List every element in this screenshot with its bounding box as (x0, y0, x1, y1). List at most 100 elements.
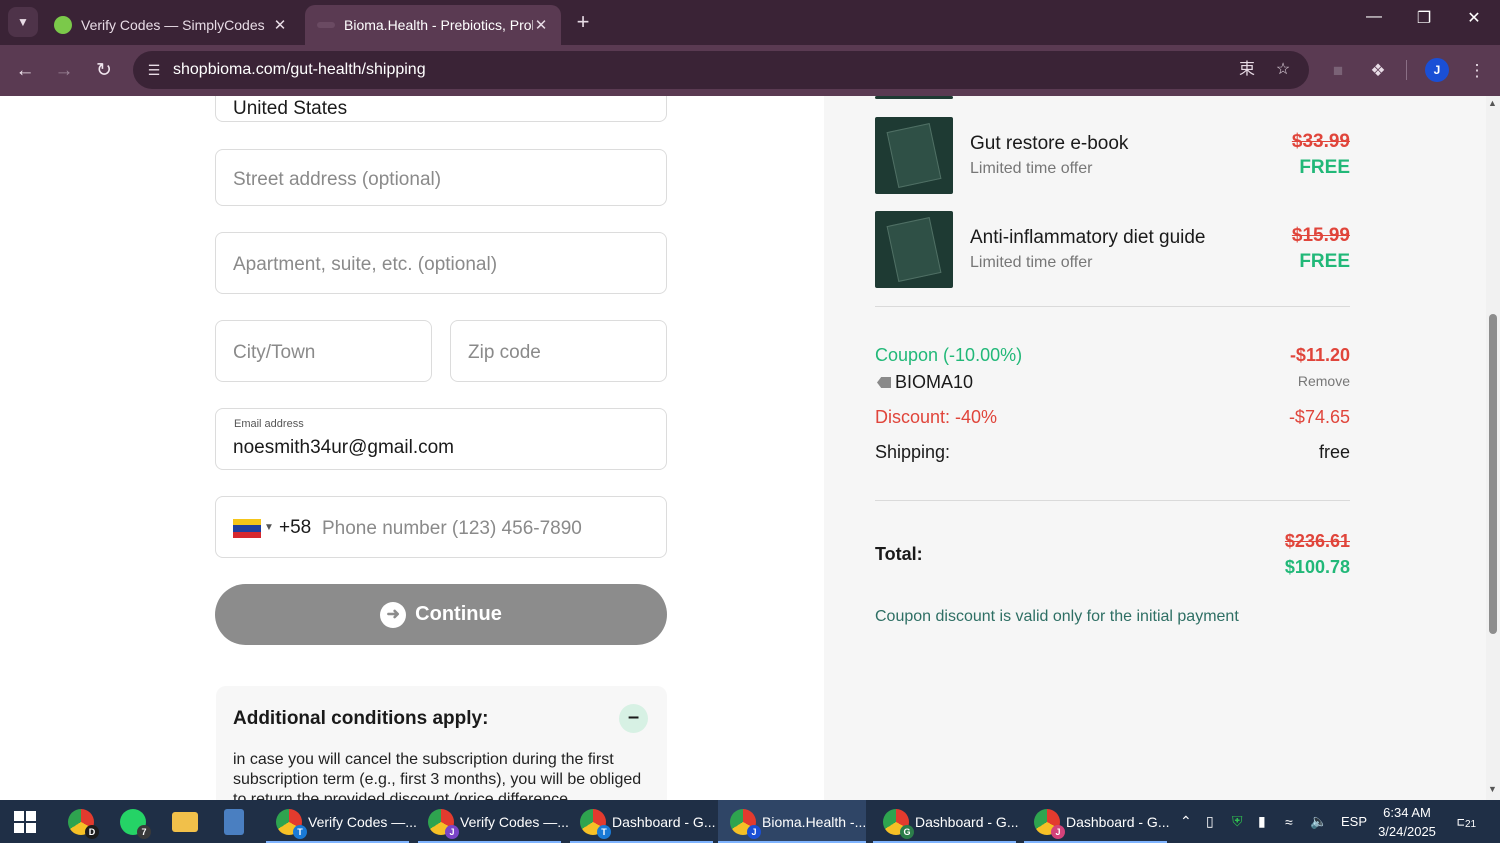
minimize-button[interactable]: — (1351, 8, 1397, 26)
browser-toolbar: ← → ↻ ☰ shopbioma.com/gut-health/shippin… (0, 45, 1500, 96)
chrome-icon: T (580, 808, 611, 839)
collapse-toggle-button[interactable]: – (619, 704, 648, 733)
additional-conditions-panel: Additional conditions apply: – in case y… (216, 686, 667, 800)
taskbar-window-1[interactable]: T Verify Codes —... (266, 800, 417, 843)
calculator-icon (224, 808, 244, 835)
taskbar-chrome-pinned[interactable]: D (68, 800, 99, 843)
tab-bioma-health[interactable]: Bioma.Health - Prebiotics, Probiotics ✕ (305, 5, 561, 45)
scroll-down-icon[interactable]: ▼ (1488, 784, 1497, 794)
scrollbar-thumb[interactable] (1489, 314, 1497, 634)
city-input[interactable]: City/Town (215, 320, 432, 382)
apartment-input[interactable]: Apartment, suite, etc. (optional) (215, 232, 667, 294)
email-field[interactable]: Email address noesmith34ur@gmail.com (215, 408, 667, 470)
tab-verify-codes[interactable]: Verify Codes — SimplyCodes ✕ (42, 5, 300, 45)
product-price: FREE (1299, 251, 1350, 272)
product-name: Gut restore e-book (970, 133, 1129, 154)
coupon-code: BIOMA10 (877, 372, 973, 393)
taskbar-window-6[interactable]: J Dashboard - G... (1024, 800, 1170, 843)
ebook-cover-icon (886, 123, 942, 188)
total-price: $100.78 (1284, 557, 1350, 577)
tag-icon (877, 377, 891, 388)
clock[interactable]: 6:34 AM 3/24/2025 (1373, 803, 1441, 841)
product-subtitle: Limited time offer (970, 254, 1093, 271)
bioma-favicon-icon (317, 22, 335, 28)
window-label: Verify Codes —... (308, 813, 417, 830)
chrome-icon: G (883, 808, 914, 839)
street-address-input[interactable]: Street address (optional) (215, 149, 667, 206)
back-button[interactable]: ← (11, 57, 39, 85)
page-scrollbar[interactable]: ▲ ▼ (1486, 96, 1500, 800)
plus-icon: + (576, 9, 590, 34)
start-button[interactable] (14, 800, 36, 843)
clock-time: 6:34 AM (1383, 805, 1431, 820)
close-icon[interactable]: ✕ (533, 16, 549, 34)
email-label: Email address (234, 418, 304, 430)
email-value[interactable]: noesmith34ur@gmail.com (233, 437, 454, 459)
url-text[interactable]: shopbioma.com/gut-health/shipping (173, 61, 426, 79)
minus-icon: – (627, 706, 640, 728)
browser-tab-strip: ▼ Verify Codes — SimplyCodes ✕ Bioma.Hea… (0, 0, 1500, 45)
shipping-value: free (1318, 442, 1350, 462)
profile-avatar[interactable]: J (1425, 58, 1449, 82)
continue-label: Continue (415, 603, 502, 625)
continue-button[interactable]: ➜ Continue (215, 584, 667, 645)
chrome-icon: D (68, 808, 99, 839)
product-thumbnail (875, 96, 953, 99)
scroll-up-icon[interactable]: ▲ (1488, 98, 1497, 108)
product-thumbnail-diet-guide (875, 211, 953, 288)
language-indicator[interactable]: ESP (1341, 800, 1367, 843)
tab-title: Verify Codes — SimplyCodes (81, 17, 265, 33)
extension-icon[interactable]: ■ (1324, 57, 1352, 85)
taskbar-window-2[interactable]: J Verify Codes —... (418, 800, 569, 843)
show-hidden-icons-button[interactable]: ⌃ (1180, 800, 1192, 843)
arrow-right-icon: → (54, 60, 74, 81)
battery-icon[interactable]: ▮ (1258, 800, 1266, 843)
taskbar-calculator[interactable] (224, 800, 244, 843)
taskbar-window-5[interactable]: G Dashboard - G... (873, 800, 1019, 843)
summary-divider (875, 500, 1350, 501)
product-old-price: $15.99 (1291, 225, 1350, 246)
tab-search-button[interactable]: ▼ (8, 7, 38, 37)
more-menu-icon[interactable]: ⋮ (1463, 57, 1491, 85)
windows-taskbar: D 7 T Verify Codes —... J Verify Codes —… (0, 800, 1500, 843)
chevron-down-icon[interactable]: ▼ (264, 522, 274, 533)
new-tab-button[interactable]: + (570, 9, 596, 35)
bookmark-star-icon[interactable]: ☆ (1271, 58, 1295, 82)
notifications-button[interactable]: ▭ 21 (1456, 800, 1478, 843)
extensions-puzzle-icon[interactable]: ❖ (1364, 57, 1392, 85)
close-icon[interactable]: ✕ (272, 16, 288, 34)
taskbar-window-3[interactable]: T Dashboard - G... (570, 800, 716, 843)
taskbar-window-4-active[interactable]: J Bioma.Health -... (718, 800, 866, 843)
usb-device-icon[interactable]: ▯ (1206, 800, 1214, 843)
taskbar-whatsapp[interactable]: 7 (120, 800, 151, 843)
zip-code-input[interactable]: Zip code (450, 320, 667, 382)
coupon-remove-link[interactable]: Remove (1298, 373, 1350, 389)
notification-icon: ▭ 21 (1456, 811, 1478, 832)
volume-icon[interactable]: 🔈 (1310, 800, 1327, 843)
street-placeholder: Street address (optional) (233, 169, 442, 190)
order-summary-panel: Gut restore e-book Limited time offer $3… (824, 96, 1486, 800)
phone-field[interactable]: ▼ +58 Phone number (123) 456-7890 (215, 496, 667, 558)
country-select[interactable]: United States (215, 96, 667, 122)
venezuela-flag-icon[interactable] (233, 519, 261, 538)
reload-button[interactable]: ↻ (90, 57, 118, 85)
chrome-icon: J (428, 808, 459, 839)
ebook-cover-icon (886, 217, 942, 282)
toolbar-divider (1406, 60, 1407, 80)
site-info-icon[interactable]: ☰ (141, 57, 167, 83)
windows-logo-icon (14, 810, 36, 833)
clock-date: 3/24/2025 (1378, 824, 1436, 839)
taskbar-file-explorer[interactable] (172, 800, 198, 843)
translate-icon[interactable]: 束 (1235, 58, 1259, 82)
chrome-icon: J (730, 808, 761, 839)
conditions-title: Additional conditions apply: (233, 708, 489, 729)
coupon-code-text: BIOMA10 (895, 372, 974, 392)
restore-button[interactable]: ❐ (1401, 8, 1447, 28)
close-window-button[interactable]: ✕ (1451, 8, 1497, 28)
wifi-icon[interactable]: ≈ (1285, 800, 1293, 843)
security-shield-icon[interactable]: ⛨ (1232, 800, 1243, 843)
forward-button[interactable]: → (50, 57, 78, 85)
minimize-icon: — (1366, 8, 1382, 25)
address-bar[interactable]: ☰ shopbioma.com/gut-health/shipping 束 ☆ (133, 51, 1309, 89)
total-old-price: $236.61 (1284, 531, 1350, 551)
